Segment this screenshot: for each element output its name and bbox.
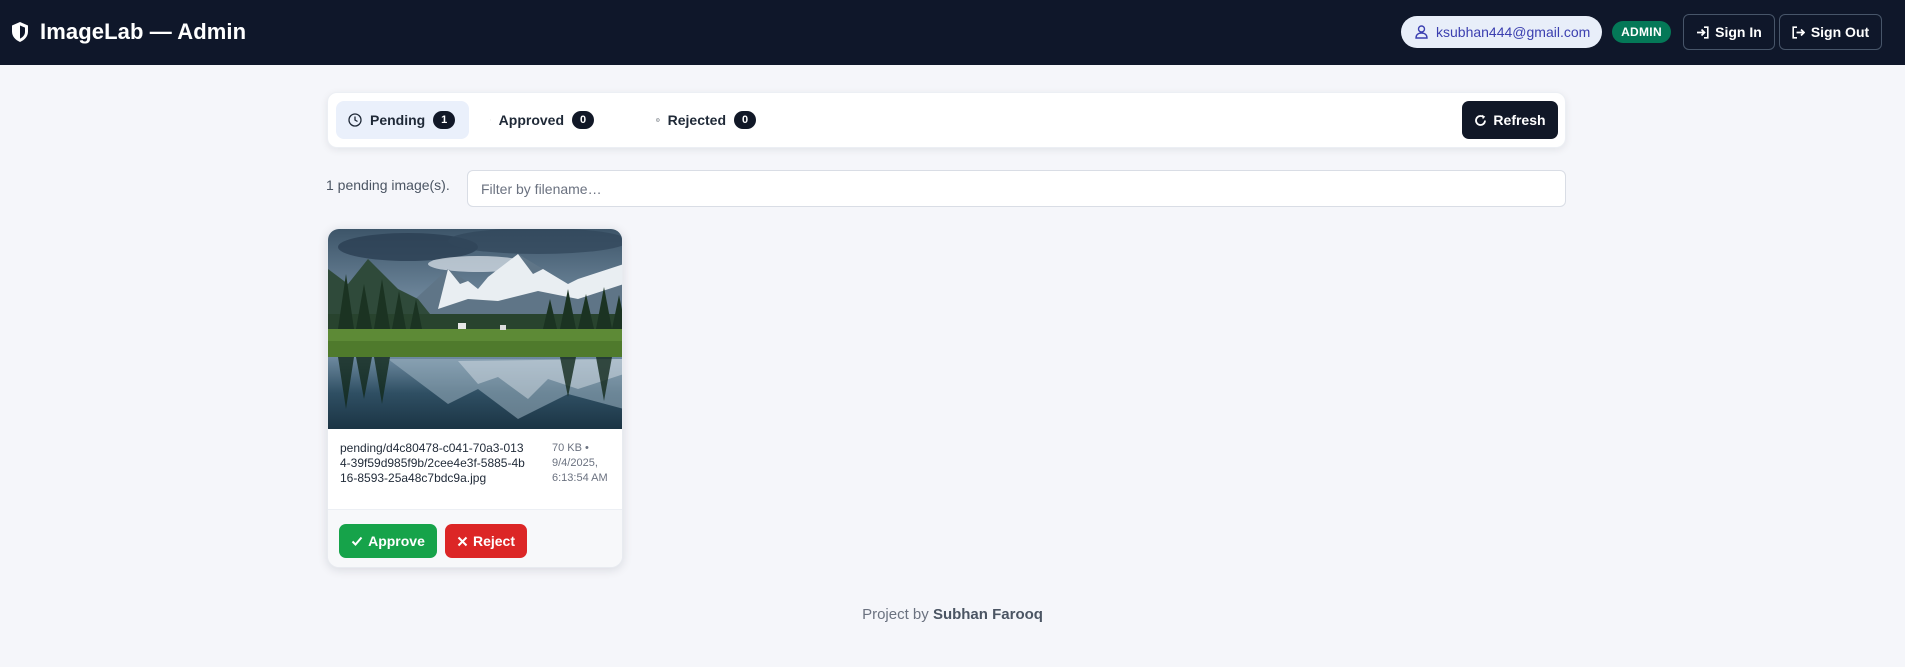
top-bar: ImageLab — Admin ksubhan444@gmail.com AD… bbox=[0, 0, 1905, 65]
user-email: ksubhan444@gmail.com bbox=[1436, 24, 1591, 40]
refresh-button[interactable]: Refresh bbox=[1462, 101, 1558, 139]
approve-label: Approve bbox=[368, 533, 425, 549]
x-icon bbox=[457, 536, 468, 546]
tab-label: Pending bbox=[370, 112, 426, 128]
reject-button[interactable]: Reject bbox=[445, 524, 527, 558]
clock-icon bbox=[348, 113, 362, 127]
image-meta: pending/d4c80478-c041-70a3-0134-39f59d98… bbox=[340, 441, 612, 486]
tab-label: Approved bbox=[498, 112, 564, 128]
app-title: ImageLab — Admin bbox=[40, 19, 247, 44]
image-card: pending/d4c80478-c041-70a3-0134-39f59d98… bbox=[327, 228, 623, 568]
refresh-icon bbox=[1475, 114, 1487, 126]
role-badge: ADMIN bbox=[1612, 21, 1671, 43]
sign-in-label: Sign In bbox=[1715, 24, 1762, 40]
check-icon bbox=[351, 536, 363, 546]
approve-button[interactable]: Approve bbox=[339, 524, 437, 558]
tab-label: Rejected bbox=[667, 112, 726, 128]
image-info: 70 KB • 9/4/2025, 6:13:54 AM bbox=[552, 442, 608, 484]
tab-rejected[interactable]: Rejected 0 bbox=[644, 101, 768, 139]
user-icon bbox=[1415, 25, 1428, 39]
sign-in-icon bbox=[1697, 25, 1709, 39]
tab-approved[interactable]: Approved 0 bbox=[478, 101, 606, 139]
tab-count-badge: 0 bbox=[734, 111, 756, 129]
sign-out-label: Sign Out bbox=[1810, 24, 1870, 40]
tab-count-badge: 0 bbox=[572, 111, 594, 129]
sign-in-button[interactable]: Sign In bbox=[1683, 14, 1775, 50]
shield-icon bbox=[12, 22, 28, 42]
footer: Project by Subhan Farooq bbox=[0, 606, 1905, 623]
sign-out-button[interactable]: Sign Out bbox=[1779, 14, 1882, 50]
footer-prefix: Project by bbox=[862, 606, 933, 623]
image-thumbnail[interactable] bbox=[328, 229, 623, 429]
user-email-pill: ksubhan444@gmail.com bbox=[1401, 16, 1602, 48]
tab-pending[interactable]: Pending 1 bbox=[336, 101, 469, 139]
pending-summary: 1 pending image(s). bbox=[326, 177, 450, 193]
check-circle-icon bbox=[490, 119, 491, 121]
status-tabs-bar: Pending 1 Approved 0 Rejected 0 Refresh bbox=[327, 92, 1566, 148]
refresh-label: Refresh bbox=[1493, 112, 1546, 128]
filename-filter-input[interactable] bbox=[467, 170, 1566, 207]
image-filename: pending/d4c80478-c041-70a3-0134-39f59d98… bbox=[340, 441, 525, 485]
sign-out-icon bbox=[1792, 25, 1805, 39]
reject-label: Reject bbox=[472, 533, 516, 549]
brand[interactable]: ImageLab — Admin bbox=[10, 19, 246, 45]
x-circle-icon bbox=[656, 118, 660, 122]
footer-author: Subhan Farooq bbox=[932, 606, 1043, 623]
tab-count-badge: 1 bbox=[433, 111, 456, 129]
image-actions: Approve Reject bbox=[328, 509, 622, 567]
